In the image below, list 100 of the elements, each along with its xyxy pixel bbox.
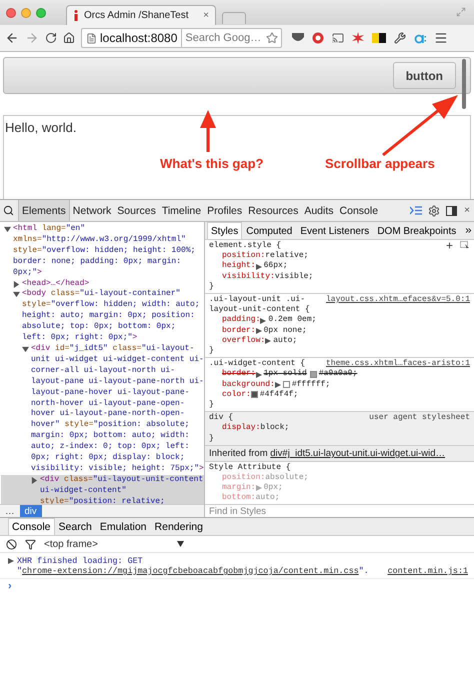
drawer-tab[interactable]: Console xyxy=(8,518,55,535)
css-property[interactable]: position:relative; xyxy=(209,251,470,262)
css-property[interactable]: overflow: auto; xyxy=(209,336,470,346)
expanded-triangle-icon[interactable] xyxy=(4,226,11,233)
cast-icon[interactable] xyxy=(332,32,344,44)
frame-selector[interactable]: <top frame> xyxy=(44,538,184,550)
filter-icon[interactable] xyxy=(25,538,36,550)
expand-triangle-icon[interactable] xyxy=(260,318,266,324)
stylesheet-origin: user agent stylesheet xyxy=(369,413,470,424)
find-in-styles-field[interactable]: Find in Styles xyxy=(205,504,474,517)
css-selector: div { xyxy=(209,413,234,423)
drawer-tab[interactable]: Emulation xyxy=(96,518,151,535)
scrollbar-thumb[interactable] xyxy=(462,59,466,109)
devtools-tab[interactable]: Audits xyxy=(301,200,337,221)
shield-icon[interactable] xyxy=(292,33,304,43)
browser-tab[interactable]: Orcs Admin /ShaneTest × xyxy=(66,5,216,25)
devtools-tab[interactable]: Console xyxy=(336,200,382,221)
dom-node-markup[interactable]: <body class="ui-layout-container" style="overflow: hidden; width: auto; height: auto; margin: 0px; position: absolute; top: 0px; bottom: 0px; left: 0px; right: 0px;"> xyxy=(22,289,204,344)
expand-triangle-icon[interactable] xyxy=(256,264,262,270)
close-window-light[interactable] xyxy=(6,8,16,18)
expanded-triangle-icon[interactable] xyxy=(13,291,20,298)
inherited-link[interactable]: div#j_idt5.ui-layout-unit.ui-widget.ui-wid… xyxy=(270,448,446,459)
zoom-window-light[interactable] xyxy=(36,8,46,18)
element-state-icon[interactable] xyxy=(460,241,470,250)
styles-tab[interactable]: Computed xyxy=(242,222,296,239)
color-swatch[interactable] xyxy=(310,371,317,378)
add-rule-icon[interactable] xyxy=(445,241,454,250)
starburst-icon[interactable] xyxy=(352,32,364,44)
css-property[interactable]: background: #ffffff; xyxy=(209,380,470,390)
ring-icon[interactable] xyxy=(312,32,324,44)
page-button[interactable]: button xyxy=(392,62,456,89)
styles-tab[interactable]: Event Listeners xyxy=(296,222,374,239)
css-property[interactable]: padding: 0.2em 0em; xyxy=(209,315,470,326)
annotation-text: Scrollbar appears xyxy=(325,156,435,171)
dom-node-markup[interactable]: <html lang="en" xmlns="http://www.w3.org/1999/xhtml" style="overflow: hidden; height: 100%; border: none; padding: 0px; margin: 0px;"> xyxy=(13,224,204,279)
search-field[interactable]: Search Goog… xyxy=(182,28,282,48)
devtools-tab[interactable]: Network xyxy=(70,200,114,221)
letter-a-icon[interactable] xyxy=(414,32,426,44)
drawer-tab[interactable]: Search xyxy=(54,518,96,535)
dom-node-markup[interactable]: <head>…</head> xyxy=(22,278,90,290)
expand-triangle-icon[interactable] xyxy=(274,382,281,388)
console-message: XHR finished loading: GET "chrome-extension://mgijmajocgfcbeboacabfgobmjgjcoja/content.min.css". xyxy=(17,556,370,576)
closing-brace: } xyxy=(209,282,214,292)
favicon-icon xyxy=(73,10,79,21)
more-tabs-icon[interactable] xyxy=(464,226,474,235)
devtools-tab[interactable]: Elements xyxy=(18,200,70,221)
collapsed-triangle-icon[interactable] xyxy=(13,280,20,288)
tab-title: Orcs Admin /ShaneTest xyxy=(84,10,190,21)
tab-close-button[interactable]: × xyxy=(203,10,209,21)
devtools-tab[interactable]: Resources xyxy=(245,200,302,221)
split-square-icon[interactable] xyxy=(372,33,386,43)
css-property[interactable]: height: 66px; xyxy=(209,261,470,272)
collapsed-triangle-icon[interactable] xyxy=(31,476,38,484)
reload-icon[interactable] xyxy=(45,32,57,44)
css-selector: Style Attribute { xyxy=(209,462,291,472)
bookmark-star-icon[interactable] xyxy=(266,32,278,44)
wrench-icon[interactable] xyxy=(394,32,406,44)
css-property[interactable]: border: 1px solid #a0a0a0; xyxy=(209,369,470,380)
styles-tab[interactable]: DOM Breakpoints xyxy=(373,222,460,239)
css-selector: .ui-widget-content { xyxy=(209,359,306,369)
stylesheet-link[interactable]: theme.css.xhtml…faces-aristo:1 xyxy=(326,359,470,370)
address-bar[interactable]: localhost:8080 xyxy=(81,28,182,48)
dropdown-caret-icon xyxy=(177,541,184,547)
devtools-tab[interactable]: Timeline xyxy=(158,200,204,221)
styles-tab[interactable]: Styles xyxy=(207,222,242,239)
dock-icon[interactable] xyxy=(446,206,458,216)
css-selector: element.style { xyxy=(209,241,282,251)
annotation-text: What's this gap? xyxy=(160,156,264,171)
expanded-triangle-icon[interactable] xyxy=(22,346,29,353)
expand-triangle-icon[interactable] xyxy=(256,328,262,334)
settings-icon[interactable] xyxy=(428,204,440,216)
menu-icon[interactable] xyxy=(434,31,448,45)
console-drawer-icon[interactable] xyxy=(410,206,422,215)
page-icon xyxy=(86,32,97,44)
devtools-tab[interactable]: Profiles xyxy=(204,200,246,221)
console-prompt[interactable]: › xyxy=(0,579,474,593)
resource-link[interactable]: chrome-extension://mgijmajocgfcbeboacabfgobmjgjcoja/content.min.css xyxy=(22,566,359,576)
css-property[interactable]: border: 0px none; xyxy=(209,326,470,336)
breadcrumb[interactable]: … xyxy=(0,505,20,517)
collapsed-triangle-icon[interactable] xyxy=(8,558,14,564)
devtools-tab[interactable]: Sources xyxy=(114,200,159,221)
drawer-tab[interactable]: Rendering xyxy=(150,518,207,535)
back-icon[interactable] xyxy=(5,31,19,45)
css-property[interactable]: display:block; xyxy=(209,423,470,434)
annotation-arrow xyxy=(200,110,216,152)
stylesheet-link[interactable]: layout.css.xhtm…efaces&v=5.0:1 xyxy=(326,295,470,306)
close-devtools-button[interactable]: × xyxy=(464,205,470,216)
search-icon[interactable] xyxy=(3,205,14,216)
color-swatch[interactable] xyxy=(282,381,290,388)
source-link[interactable]: content.min.js:1 xyxy=(388,566,468,576)
breadcrumb[interactable]: div xyxy=(20,505,42,517)
css-property[interactable]: visibility:visible; xyxy=(209,272,470,282)
dom-node-markup[interactable]: <div id="j_idt5" class="ui-layout-unit ui-widget ui-widget-content ui-corner-all ui-layout-north ui-layout-pane ui-layout-pane-north ui-layout-pane-hover ui-layout-pane-north-hover ui-layout-pane-open-hover ui-layout-pane-north-open-hover" style="position: absolute; margin: 0px; bottom: auto; width: auto; z-index: 0; top: 0px; left: 0px; right: 0px; display: block; visibility: visible; height: 75px;"> xyxy=(31,344,204,475)
home-icon[interactable] xyxy=(63,32,75,44)
color-swatch[interactable] xyxy=(250,391,258,398)
page-text: Hello, world. xyxy=(5,120,77,135)
expand-triangle-icon[interactable] xyxy=(256,372,262,378)
expand-triangle-icon[interactable] xyxy=(265,338,272,344)
clear-console-icon[interactable] xyxy=(6,538,17,550)
css-property[interactable]: color: #4f4f4f; xyxy=(209,390,470,400)
